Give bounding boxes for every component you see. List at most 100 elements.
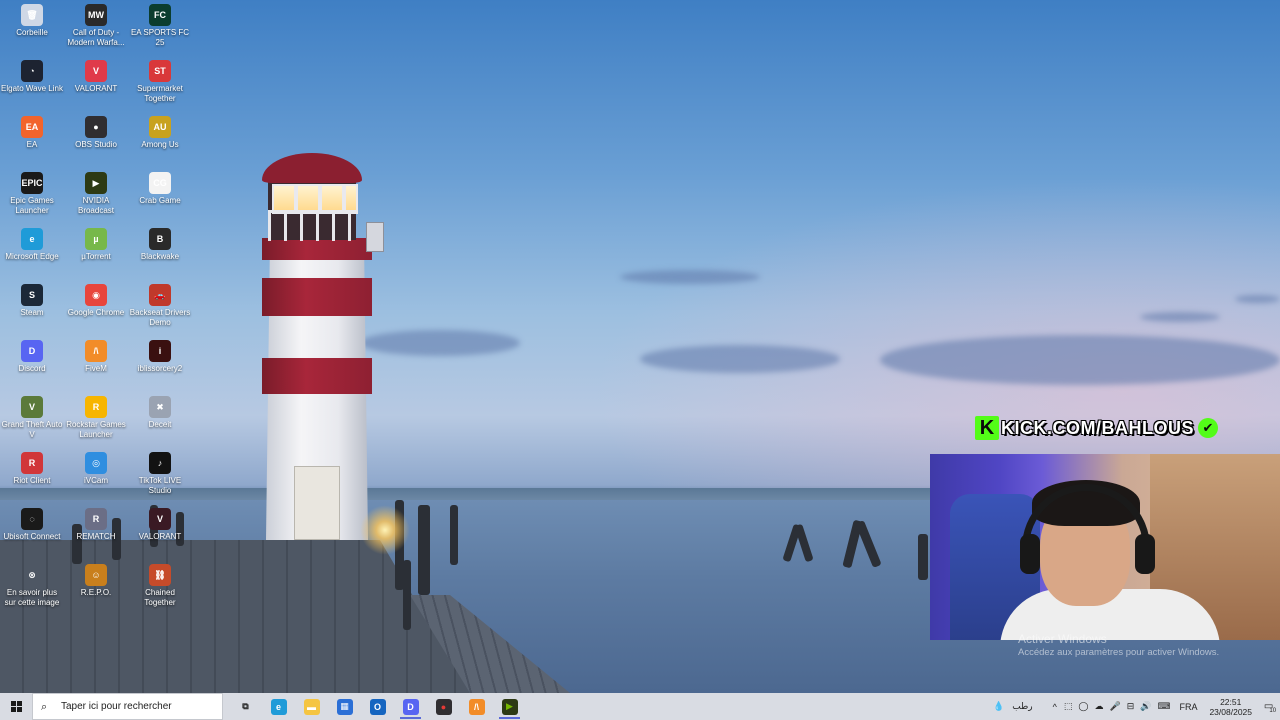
riot-client-icon: R [21,452,43,474]
activation-subtitle: Accédez aux paramètres pour activer Wind… [1018,647,1220,658]
desktop-icon[interactable]: V VALORANT [128,508,192,542]
desktop-icon[interactable]: 🗑 Corbeille [0,4,64,38]
onedrive-icon[interactable]: ◯ [1078,701,1088,712]
desktop-icon[interactable]: CG Crab Game [128,172,192,206]
google-chrome-icon: ◉ [85,284,107,306]
desktop-icon-label: Elgato Wave Link [1,84,63,93]
info-camera-icon: ⊗ [28,570,36,580]
taskbar-app-discord[interactable]: D [394,693,427,720]
desktop-icon[interactable]: FC EA SPORTS FC 25 [128,4,192,48]
taskbar-app-file-explorer[interactable]: ▬ [295,693,328,720]
desktop-icon-label: Ubisoft Connect [3,532,61,541]
nvidia-broadcast-icon: ▶ [85,172,107,194]
taskbar-app-outlook[interactable]: O [361,693,394,720]
pier-post [418,505,430,595]
desktop-icon[interactable]: V Grand Theft Auto V [0,396,64,440]
desktop-icon-label: Call of Duty - Modern Warfa... [67,28,125,47]
keyboard-icon[interactable]: ⌨ [1157,701,1170,712]
desktop-icon[interactable]: D Discord [0,340,64,374]
desktop-icon[interactable]: ☺ R.E.P.O. [64,564,128,598]
crab-game-icon: CG [149,172,171,194]
weather-icon[interactable]: 💧 [993,701,1004,712]
desktop-icon-label: iblissorcery2 [137,364,183,373]
gta-v-icon: V [21,396,43,418]
desktop-icon[interactable]: V VALORANT [64,60,128,94]
desktop-icon[interactable]: e Microsoft Edge [0,228,64,262]
desktop-icon[interactable]: ● OBS Studio [64,116,128,150]
desktop-icon-label: Discord [18,364,46,373]
desktop-icon[interactable]: ⊗ En savoir plus sur cette image [0,564,64,608]
desktop-icon-label: R.E.P.O. [80,588,112,597]
taskbar-app-fivem[interactable]: /\ [460,693,493,720]
desktop-icon-label: Corbeille [16,28,48,37]
desktop-icon[interactable]: ✖ Deceit [128,396,192,430]
ea-app-icon: EA [21,116,43,138]
desktop-icon[interactable]: S Steam [0,284,64,318]
taskbar-app-task-view[interactable]: ⧉ [229,693,262,720]
desktop-icon[interactable]: R Rockstar Games Launcher [64,396,128,440]
desktop-icon[interactable]: AU Among Us [128,116,192,150]
desktop-icon[interactable]: ♪ TikTok LIVE Studio [128,452,192,496]
microphone-icon[interactable]: 🎤 [1109,701,1120,712]
clock[interactable]: 22:51 23/08/2025 [1209,697,1252,717]
lighthouse-stripe [262,238,372,260]
cloud-sync-icon[interactable]: ☁ [1094,701,1103,712]
desktop-icon[interactable]: R REMATCH [64,508,128,542]
desktop-icon[interactable]: EA EA [0,116,64,150]
chained-together-icon: ⛓ [149,564,171,586]
language-indicator[interactable]: FRA [1179,702,1197,712]
rockstar-launcher-icon: R [85,396,107,418]
desktop-icon-label: EA [26,140,38,149]
desktop-icon-label: Epic Games Launcher [10,196,54,215]
microsoft-edge-icon: e [270,698,287,715]
desktop-icon[interactable]: i iblissorcery2 [128,340,192,374]
desktop-icon[interactable]: 🚗 Backseat Drivers Demo [128,284,192,328]
desktop-icon-label: VALORANT [138,532,182,541]
volume-icon[interactable]: 🔊 [1140,701,1151,712]
notification-center-button[interactable]: ▭ 10 [1260,693,1280,720]
taskbar-app-nvidia-broadcast[interactable]: ▶ [493,693,526,720]
desktop-icon[interactable]: ⛓ Chained Together [128,564,192,608]
desktop-icon[interactable]: ▶ NVIDIA Broadcast [64,172,128,216]
repo-game-icon: ☺ [85,564,107,586]
taskbar-app-microsoft-store[interactable]: ▦ [328,693,361,720]
kick-logo-icon: K [975,416,999,440]
desktop-icon[interactable]: ◔ Elgato Wave Link [0,60,64,94]
taskbar-app-obs-studio[interactable]: ● [427,693,460,720]
ivcam-icon: ◎ [85,452,107,474]
clock-date: 23/08/2025 [1209,706,1252,717]
taskbar-search-box[interactable]: ⌕ Taper ici pour rechercher [32,693,223,720]
desktop-icon-label: µTorrent [81,252,111,261]
among-us-icon: AU [149,116,171,138]
desktop-icon[interactable]: ◎ iVCam [64,452,128,486]
desktop-icon-label: Deceit [148,420,172,429]
desktop-icon[interactable]: EPIC Epic Games Launcher [0,172,64,216]
elgato-wave-link-icon: ◔ [21,60,43,82]
desktop-icon-label: iVCam [83,476,108,485]
lighthouse-door [294,466,340,540]
desktop-icon[interactable]: MW Call of Duty - Modern Warfa... [64,4,128,48]
desktop[interactable]: 🗑 Corbeille MW Call of Duty - Modern Warfa.… [0,0,1280,693]
desktop-icon[interactable]: R Riot Client [0,452,64,486]
desktop-icon[interactable]: µ µTorrent [64,228,128,262]
lighthouse-roof [262,153,362,183]
desktop-icon[interactable]: B Blackwake [128,228,192,262]
lighthouse-railing [268,210,358,241]
desktop-icon[interactable]: ST Supermarket Together [128,60,192,104]
desktop-icon[interactable]: /\ FiveM [64,340,128,374]
desktop-icon-label: Steam [20,308,44,317]
taskbar-app-microsoft-edge[interactable]: e [262,693,295,720]
weather-text[interactable]: رطب [1012,701,1032,712]
obs-studio-icon: ● [435,698,452,715]
desktop-icon[interactable]: ◉ Google Chrome [64,284,128,318]
desktop-icon-label: Crab Game [139,196,181,205]
display-icon[interactable]: ⊟ [1127,701,1135,712]
task-view-icon: ⧉ [242,701,249,711]
ea-sports-fc-icon: FC [149,4,171,26]
start-button[interactable] [0,693,32,720]
chevron-up-icon[interactable]: ^ [1053,702,1057,712]
iblissorcery-icon: i [149,340,171,362]
desktop-icon[interactable]: ◌ Ubisoft Connect [0,508,64,542]
notification-count: 10 [1269,707,1277,714]
network-status-icon[interactable]: ⬚ [1064,701,1073,712]
